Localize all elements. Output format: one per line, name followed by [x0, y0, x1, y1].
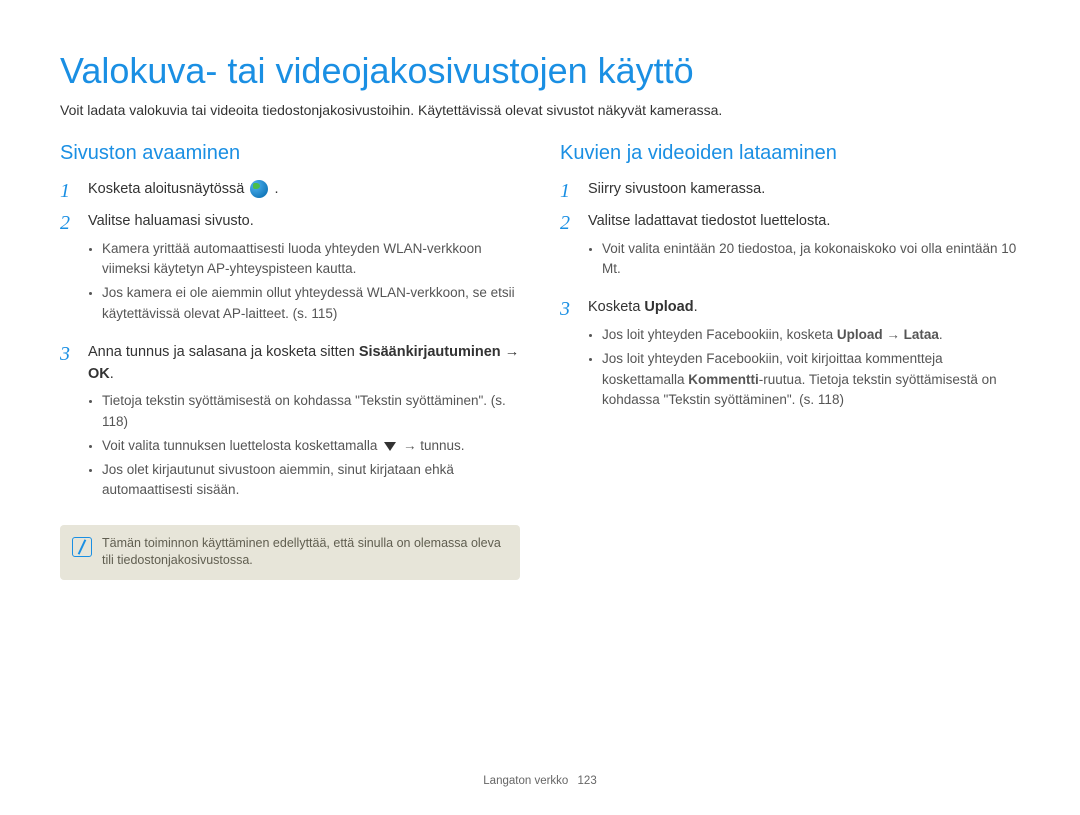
step-body: Kosketa Upload. Jos loit yhteyden Facebo…	[588, 297, 1020, 420]
bullet-text: .	[939, 327, 943, 342]
step-text: Kosketa aloitusnäytössä	[88, 181, 248, 197]
step-text: Valitse ladattavat tiedostot luettelosta…	[588, 213, 830, 229]
page-intro: Voit ladata valokuvia tai videoita tiedo…	[60, 102, 1020, 118]
bullet-item: Jos loit yhteyden Facebookiin, voit kirj…	[602, 349, 1020, 410]
bullet-item: Jos kamera ei ole aiemmin ollut yhteydes…	[102, 283, 520, 324]
page-title: Valokuva- tai videojakosivustojen käyttö	[60, 50, 1020, 92]
sub-bullets: Tietoja tekstin syöttämisestä on kohdass…	[88, 391, 520, 500]
step-body: Anna tunnus ja salasana ja kosketa sitte…	[88, 342, 520, 511]
step-2: 2 Valitse ladattavat tiedostot luettelos…	[560, 211, 1020, 289]
step-text: Valitse haluamasi sivusto.	[88, 213, 254, 229]
bullet-text-bold: Upload → Lataa	[837, 327, 939, 342]
step-text: Anna tunnus ja salasana ja kosketa sitte…	[88, 344, 359, 360]
step-body: Kosketa aloitusnäytössä .	[88, 179, 520, 203]
right-column: Kuvien ja videoiden lataaminen 1 Siirry …	[560, 142, 1020, 580]
step-3: 3 Kosketa Upload. Jos loit yhteyden Face…	[560, 297, 1020, 420]
footer-page-number: 123	[578, 775, 597, 787]
step-1: 1 Siirry sivustoon kamerassa.	[560, 179, 1020, 203]
note-icon	[72, 537, 92, 557]
step-text: Siirry sivustoon kamerassa.	[588, 181, 765, 197]
bullet-item: Tietoja tekstin syöttämisestä on kohdass…	[102, 391, 520, 432]
step-body: Valitse haluamasi sivusto. Kamera yrittä…	[88, 211, 520, 334]
left-column: Sivuston avaaminen 1 Kosketa aloitusnäyt…	[60, 142, 520, 580]
bullet-text: → tunnus.	[403, 438, 465, 453]
step-1: 1 Kosketa aloitusnäytössä .	[60, 179, 520, 203]
bullet-item: Voit valita tunnuksen luettelosta kosket…	[102, 436, 520, 456]
section-heading-accessing-site: Sivuston avaaminen	[60, 142, 520, 165]
step-text: .	[274, 181, 278, 197]
down-triangle-icon	[384, 442, 396, 451]
note-box: Tämän toiminnon käyttäminen edellyttää, …	[60, 525, 520, 580]
bullet-item: Voit valita enintään 20 tiedostoa, ja ko…	[602, 239, 1020, 280]
step-number: 3	[60, 342, 88, 511]
step-number: 2	[560, 211, 588, 289]
step-number: 1	[560, 179, 588, 203]
step-number: 1	[60, 179, 88, 203]
sub-bullets: Jos loit yhteyden Facebookiin, kosketa U…	[588, 325, 1020, 410]
bullet-item: Kamera yrittää automaattisesti luoda yht…	[102, 239, 520, 280]
step-text: .	[110, 366, 114, 382]
bullet-text-bold: Kommentti	[688, 372, 759, 387]
sub-bullets: Voit valita enintään 20 tiedostoa, ja ko…	[588, 239, 1020, 280]
section-heading-uploading: Kuvien ja videoiden lataaminen	[560, 142, 1020, 165]
step-number: 2	[60, 211, 88, 334]
bullet-item: Jos olet kirjautunut sivustoon aiemmin, …	[102, 460, 520, 501]
bullet-item: Jos loit yhteyden Facebookiin, kosketa U…	[602, 325, 1020, 345]
note-text: Tämän toiminnon käyttäminen edellyttää, …	[102, 535, 508, 570]
step-number: 3	[560, 297, 588, 420]
step-3: 3 Anna tunnus ja salasana ja kosketa sit…	[60, 342, 520, 511]
step-body: Siirry sivustoon kamerassa.	[588, 179, 1020, 203]
step-text: Kosketa	[588, 299, 644, 315]
two-column-layout: Sivuston avaaminen 1 Kosketa aloitusnäyt…	[60, 142, 1020, 580]
globe-icon	[250, 180, 268, 198]
step-text-bold: Upload	[644, 299, 693, 315]
step-body: Valitse ladattavat tiedostot luettelosta…	[588, 211, 1020, 289]
manual-page: Valokuva- tai videojakosivustojen käyttö…	[0, 0, 1080, 815]
bullet-text: Voit valita tunnuksen luettelosta kosket…	[102, 438, 381, 453]
bullet-text: Jos loit yhteyden Facebookiin, kosketa	[602, 327, 837, 342]
footer-section-label: Langaton verkko	[483, 775, 568, 787]
step-2: 2 Valitse haluamasi sivusto. Kamera yrit…	[60, 211, 520, 334]
step-text: .	[694, 299, 698, 315]
page-footer: Langaton verkko 123	[0, 775, 1080, 787]
sub-bullets: Kamera yrittää automaattisesti luoda yht…	[88, 239, 520, 324]
